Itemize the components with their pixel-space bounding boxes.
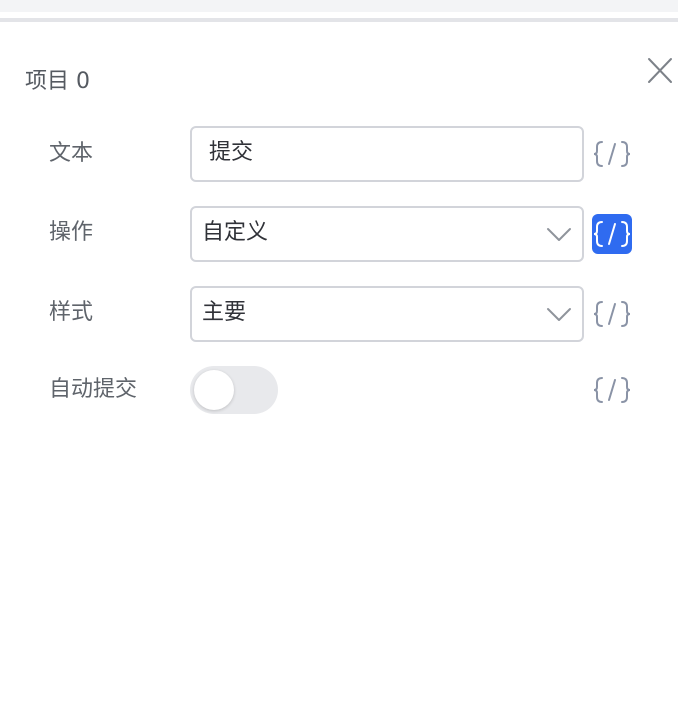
style-select[interactable]: 主要 bbox=[190, 286, 584, 342]
auto-submit-label: 自动提交 bbox=[49, 377, 138, 402]
style-field-label: 样式 bbox=[49, 300, 94, 325]
toggle-knob bbox=[194, 370, 234, 410]
style-code-toggle[interactable] bbox=[592, 294, 632, 334]
close-icon bbox=[648, 58, 672, 83]
chevron-down-icon bbox=[547, 228, 571, 241]
action-code-toggle[interactable] bbox=[592, 214, 632, 254]
code-braces-icon bbox=[593, 141, 631, 167]
text-input[interactable]: 提交 bbox=[190, 126, 584, 182]
text-code-toggle[interactable] bbox=[592, 134, 632, 174]
chevron-down-icon bbox=[547, 308, 571, 321]
panel-divider bbox=[0, 18, 678, 22]
code-braces-icon bbox=[593, 221, 631, 247]
action-select[interactable]: 自定义 bbox=[190, 206, 584, 262]
text-input-value: 提交 bbox=[209, 140, 254, 165]
style-select-value: 主要 bbox=[202, 300, 247, 325]
code-braces-icon bbox=[593, 377, 631, 403]
text-field-label: 文本 bbox=[49, 141, 94, 166]
top-bar bbox=[0, 0, 678, 12]
action-field-label: 操作 bbox=[49, 220, 94, 245]
action-select-value: 自定义 bbox=[202, 220, 269, 245]
code-braces-icon bbox=[593, 301, 631, 327]
close-button[interactable] bbox=[644, 54, 676, 88]
auto-submit-code-toggle[interactable] bbox=[592, 370, 632, 410]
auto-submit-toggle[interactable] bbox=[190, 366, 278, 414]
panel-title: 项目 0 bbox=[25, 69, 90, 94]
